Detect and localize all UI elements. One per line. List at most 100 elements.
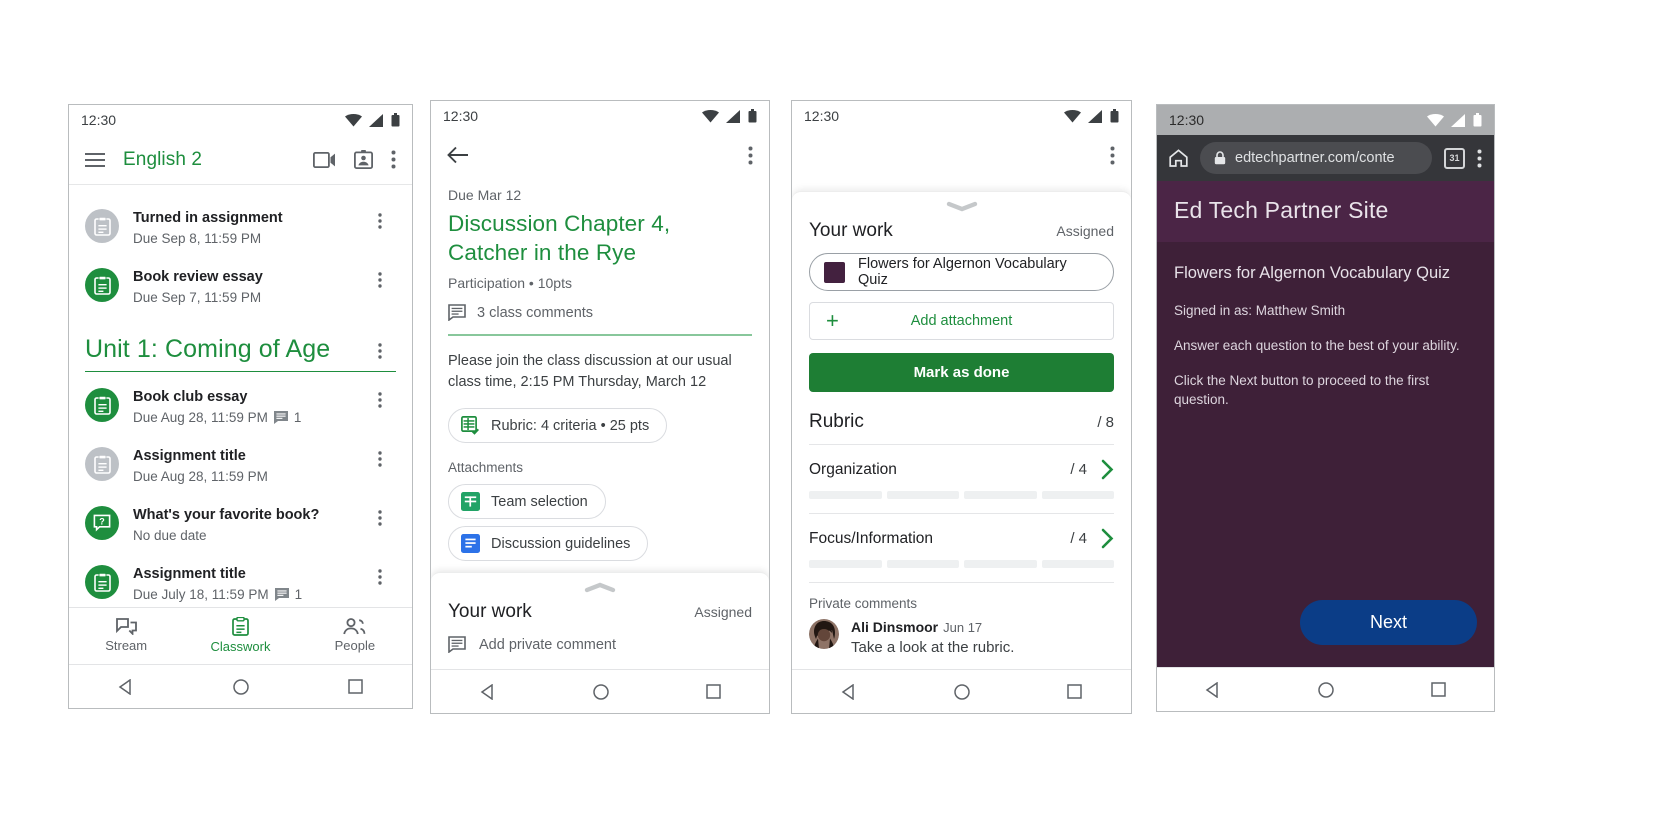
add-attachment-label: Add attachment (910, 313, 1013, 329)
status-time: 12:30 (443, 108, 479, 124)
overflow-menu-icon[interactable] (391, 150, 396, 169)
list-item-text: Book club essay Due Aug 28, 11:59 PM 1 (133, 388, 364, 427)
private-comment-item: Ali Dinsmoor Jun 17 Take a look at the ru… (792, 611, 1131, 656)
status-time: 12:30 (81, 112, 117, 128)
due-text: Due Sep 8, 11:59 PM (133, 231, 262, 246)
back-triangle-icon[interactable] (841, 683, 857, 700)
home-circle-icon[interactable] (1318, 681, 1334, 698)
comment-author: Ali Dinsmoor (851, 619, 939, 635)
attachment-chip[interactable]: Flowers for Algernon Vocabulary Quiz (809, 253, 1114, 291)
screen-classwork: English 2 Turned in assignment Due Sep 8… (69, 135, 412, 607)
attachment-label: Team selection (491, 493, 588, 510)
assignment-icon (85, 388, 119, 422)
recents-square-icon[interactable] (1067, 684, 1083, 699)
home-icon[interactable] (1169, 149, 1188, 167)
overflow-menu-icon[interactable] (748, 146, 753, 165)
list-item[interactable]: ? What's your favorite book? No due date (69, 496, 412, 555)
list-item-text: Turned in assignment Due Sep 8, 11:59 PM (133, 209, 364, 248)
tab-label: Classwork (210, 639, 271, 655)
list-item[interactable]: Book review essay Due Sep 7, 11:59 PM (69, 258, 412, 317)
tab-people[interactable]: People (298, 608, 412, 664)
list-item-subtitle: Due Sep 7, 11:59 PM (133, 288, 364, 307)
url-bar[interactable]: edtechpartner.com/conte (1200, 142, 1432, 174)
level-bar (886, 560, 959, 568)
add-private-comment[interactable]: Add private comment (431, 623, 769, 669)
list-item[interactable]: Turned in assignment Due Sep 8, 11:59 PM (69, 199, 412, 258)
instruction-line-2: Click the Next button to proceed to the … (1174, 373, 1430, 407)
work-status: Assigned (694, 604, 752, 620)
chevron-right-icon[interactable] (1101, 459, 1114, 480)
url-text: edtechpartner.com/conte (1235, 150, 1395, 166)
overflow-menu-icon[interactable] (378, 268, 398, 293)
mark-as-done-button[interactable]: Mark as done (809, 353, 1114, 392)
add-attachment-button[interactable]: + Add attachment (809, 302, 1114, 340)
due-text: Due Sep 7, 11:59 PM (133, 290, 262, 305)
sheet-header: Your work Assigned (431, 595, 769, 623)
android-nav-bar (1157, 667, 1494, 711)
signal-icon (369, 113, 383, 127)
lock-icon (1214, 151, 1226, 165)
overflow-menu-icon[interactable] (378, 506, 398, 531)
page-title: Flowers for Algernon Vocabulary Quiz (1174, 264, 1451, 282)
list-item-subtitle: Due July 18, 11:59 PM 1 (133, 585, 364, 604)
overflow-menu-icon[interactable] (378, 565, 398, 590)
list-item[interactable]: Assignment title Due July 18, 11:59 PM 1 (69, 555, 412, 607)
overflow-menu-icon[interactable] (378, 209, 398, 234)
battery-icon (1110, 109, 1119, 123)
classwork-icon (232, 617, 249, 637)
recents-square-icon[interactable] (1430, 682, 1446, 697)
next-button[interactable]: Next (1300, 600, 1477, 645)
overflow-menu-icon[interactable] (378, 388, 398, 413)
list-item-text: Assignment title Due July 18, 11:59 PM 1 (133, 565, 364, 604)
rubric-chip[interactable]: Rubric: 4 criteria • 25 pts (448, 408, 668, 443)
rubric-criterion[interactable]: Organization / 4 (792, 445, 1131, 499)
signal-icon (726, 109, 740, 123)
attachment-chip[interactable]: Discussion guidelines (448, 526, 649, 561)
home-circle-icon[interactable] (592, 683, 609, 700)
comment-icon (274, 588, 289, 601)
recents-square-icon[interactable] (347, 679, 363, 694)
battery-icon (391, 113, 400, 127)
due-text: Due Aug 28, 11:59 PM (133, 410, 268, 425)
back-triangle-icon[interactable] (1205, 681, 1221, 698)
overflow-menu-icon[interactable] (378, 447, 398, 472)
site-title: Ed Tech Partner Site (1174, 197, 1389, 223)
due-date: Due Mar 12 (448, 187, 522, 203)
attachment-label: Flowers for Algernon Vocabulary Quiz (858, 256, 1067, 288)
sheet-collapse-handle[interactable] (792, 192, 1131, 214)
back-triangle-icon[interactable] (480, 683, 496, 700)
phone-your-work: 12:30 Your work Assigned Flowers for Alg… (791, 100, 1132, 714)
status-icons (345, 113, 400, 127)
list-item[interactable]: Book club essay Due Aug 28, 11:59 PM 1 (69, 378, 412, 437)
your-work-sheet: Your work Assigned Flowers for Algernon … (792, 191, 1131, 669)
assignment-icon (85, 565, 119, 599)
back-triangle-icon[interactable] (118, 678, 134, 695)
web-page: Ed Tech Partner Site Flowers for Algerno… (1157, 181, 1494, 667)
tab-stream[interactable]: Stream (69, 608, 183, 664)
class-card-icon[interactable] (354, 150, 373, 169)
list-item[interactable]: Assignment title Due Aug 28, 11:59 PM (69, 437, 412, 496)
home-circle-icon[interactable] (954, 683, 970, 700)
overflow-menu-icon[interactable] (378, 339, 398, 364)
class-comments-row[interactable]: 3 class comments (448, 304, 752, 321)
home-circle-icon[interactable] (233, 678, 249, 695)
tab-classwork[interactable]: Classwork (183, 608, 297, 664)
back-arrow-icon[interactable] (447, 146, 469, 164)
class-comments-label: 3 class comments (477, 304, 594, 321)
chevron-right-icon[interactable] (1101, 528, 1114, 549)
tab-label: Stream (105, 638, 148, 654)
attachment-chip[interactable]: Team selection (448, 484, 606, 519)
tab-count-button[interactable]: 31 (1444, 147, 1465, 169)
overflow-menu-icon[interactable] (1110, 146, 1115, 165)
plus-icon: + (826, 308, 839, 333)
rubric-criterion[interactable]: Focus/Information / 4 (792, 514, 1131, 568)
level-bar (809, 560, 882, 568)
video-call-icon[interactable] (313, 151, 336, 168)
recents-square-icon[interactable] (705, 684, 721, 699)
private-comment-text-block: Ali Dinsmoor Jun 17 Take a look at the ru… (851, 619, 1014, 656)
people-icon (343, 618, 366, 635)
stream-icon (115, 618, 137, 636)
sheet-expand-handle[interactable] (431, 573, 769, 595)
hamburger-menu-icon[interactable] (85, 152, 105, 167)
overflow-menu-icon[interactable] (1477, 149, 1482, 168)
